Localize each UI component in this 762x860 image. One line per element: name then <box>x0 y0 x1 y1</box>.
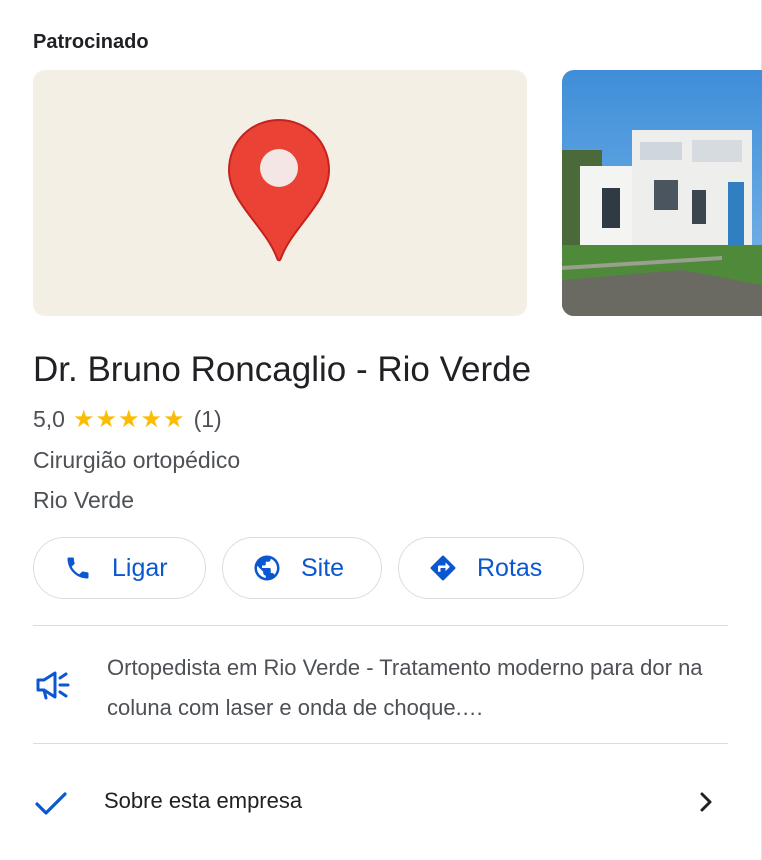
rating-stars: ★★★★★ <box>72 405 186 433</box>
directions-label: Rotas <box>477 553 543 582</box>
website-button[interactable]: Site <box>222 537 382 599</box>
check-icon <box>33 786 69 820</box>
about-label: Sobre esta empresa <box>104 788 303 813</box>
divider <box>33 743 728 744</box>
business-name[interactable]: Dr. Bruno Roncaglio - Rio Verde <box>33 350 531 390</box>
divider <box>33 625 728 626</box>
local-business-card: Patrocinado Dr. Bruno Roncaglio - Rio Ve… <box>0 0 762 860</box>
map-pin-icon <box>227 118 331 262</box>
phone-icon <box>62 552 94 584</box>
megaphone-icon <box>35 668 71 702</box>
building-photo <box>562 70 762 316</box>
call-label: Ligar <box>112 553 168 582</box>
directions-icon <box>427 552 459 584</box>
map-thumbnail[interactable] <box>33 70 527 316</box>
about-business-row[interactable]: Sobre esta empresa <box>33 772 728 832</box>
rating-row: 5,0 ★★★★★ (1) <box>33 405 222 433</box>
rating-value: 5,0 <box>33 405 65 432</box>
business-photo[interactable] <box>562 70 762 316</box>
business-locality: Rio Verde <box>33 487 135 513</box>
chevron-right-icon <box>696 790 716 814</box>
rating-count[interactable]: (1) <box>194 406 222 433</box>
sponsored-label: Patrocinado <box>33 31 149 53</box>
directions-button[interactable]: Rotas <box>398 537 584 599</box>
promo-text[interactable]: Ortopedista em Rio Verde - Tratamento mo… <box>107 648 707 728</box>
website-label: Site <box>301 553 345 582</box>
globe-icon <box>251 552 283 584</box>
business-category: Cirurgião ortopédico <box>33 447 241 473</box>
call-button[interactable]: Ligar <box>33 537 206 599</box>
